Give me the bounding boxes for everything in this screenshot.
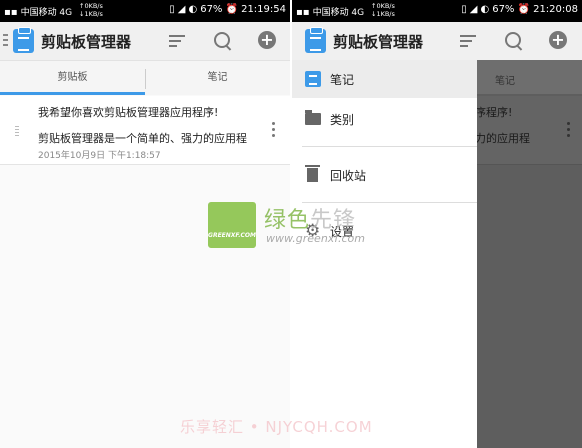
status-bar: ▪▪ 中国移动 4G ↑0KB/s ↓1KB/s ▯ ◢ ◐ 67% ⏰ 21:20:08: [292, 0, 582, 22]
tab-clipboard[interactable]: 剪贴板: [0, 61, 145, 95]
network-speed: ↑0KB/s ↓1KB/s: [371, 2, 395, 18]
watermark-text: 绿色先锋: [264, 208, 357, 233]
alarm-icon: ⏰: [225, 4, 239, 15]
drawer-item-notes[interactable]: 笔记: [292, 60, 477, 98]
carrier-label: 中国移动 4G: [20, 8, 73, 18]
wifi-icon: ◢: [469, 4, 478, 15]
tab-bar: 剪贴板 笔记: [0, 61, 290, 95]
note-icon: [305, 71, 321, 87]
drawer-scrim[interactable]: 笔记 序程序! 力的应用程: [475, 60, 582, 448]
drawer-item-categories[interactable]: 类别: [292, 100, 477, 138]
watermark-badge: GREENXF.COM: [208, 202, 256, 248]
more-options-icon: [567, 122, 570, 140]
clip-title: 我希望你喜欢剪贴板管理器应用程序!: [38, 106, 219, 119]
vibrate-icon: ▯: [461, 4, 467, 15]
signal-icon: ▪▪: [296, 7, 310, 18]
battery-icon: ◐: [188, 4, 198, 15]
active-tab-indicator: [0, 92, 145, 95]
clip-item-dimmed: 序程序! 力的应用程: [475, 96, 582, 165]
status-bar: ▪▪ 中国移动 4G ↑0KB/s ↓1KB/s ▯ ◢ ◐ 67% ⏰ 21:19:54: [0, 0, 290, 22]
drawer-divider: [302, 146, 477, 147]
wifi-icon: ◢: [177, 4, 186, 15]
clip-date: 2015年10月9日 下午1:18:57: [38, 151, 161, 161]
drawer-item-trash[interactable]: 回收站: [292, 156, 477, 194]
app-bar: 剪贴板管理器 +: [292, 22, 582, 61]
search-icon[interactable]: [214, 32, 230, 48]
alarm-icon: ⏰: [517, 4, 531, 15]
menu-icon[interactable]: [3, 34, 8, 46]
clip-preview: 剪贴板管理器是一个简单的、强力的应用程: [38, 132, 247, 145]
bottom-watermark: 乐享轻汇 • NJYCQH.COM: [180, 418, 373, 436]
navigation-drawer: 笔记 类别 回收站 ⚙ 设置: [292, 60, 477, 448]
carrier-label: 中国移动 4G: [312, 8, 365, 18]
clipboard-icon: [305, 27, 326, 53]
app-bar: 剪贴板管理器 +: [0, 22, 290, 61]
search-icon[interactable]: [505, 32, 521, 48]
add-icon[interactable]: +: [258, 31, 276, 49]
clip-item[interactable]: 我希望你喜欢剪贴板管理器应用程序! 剪贴板管理器是一个简单的、强力的应用程 20…: [0, 96, 290, 165]
watermark-logo: GREENXF.COM 绿色先锋 www.greenxf.com: [208, 202, 378, 252]
battery-icon: ◐: [480, 4, 490, 15]
app-title: 剪贴板管理器: [333, 33, 424, 51]
drag-handle-icon[interactable]: [15, 126, 19, 138]
clock: 21:19:54: [241, 4, 286, 15]
signal-icon: ▪▪: [4, 7, 18, 18]
folder-icon: [305, 110, 321, 125]
sort-icon[interactable]: [169, 35, 185, 47]
add-icon[interactable]: +: [549, 31, 567, 49]
clipboard-icon: [13, 27, 34, 53]
more-options-icon[interactable]: [272, 122, 275, 140]
network-speed: ↑0KB/s ↓1KB/s: [79, 2, 103, 18]
battery-level: 67%: [492, 4, 515, 15]
battery-level: 67%: [200, 4, 223, 15]
vibrate-icon: ▯: [169, 4, 175, 15]
clock: 21:20:08: [533, 4, 578, 15]
tab-notes-dimmed: 笔记: [477, 60, 582, 94]
tab-notes[interactable]: 笔记: [145, 61, 290, 95]
trash-icon: [305, 165, 320, 182]
watermark-url: www.greenxf.com: [266, 232, 365, 245]
app-title: 剪贴板管理器: [41, 33, 132, 51]
sort-icon[interactable]: [460, 35, 476, 47]
